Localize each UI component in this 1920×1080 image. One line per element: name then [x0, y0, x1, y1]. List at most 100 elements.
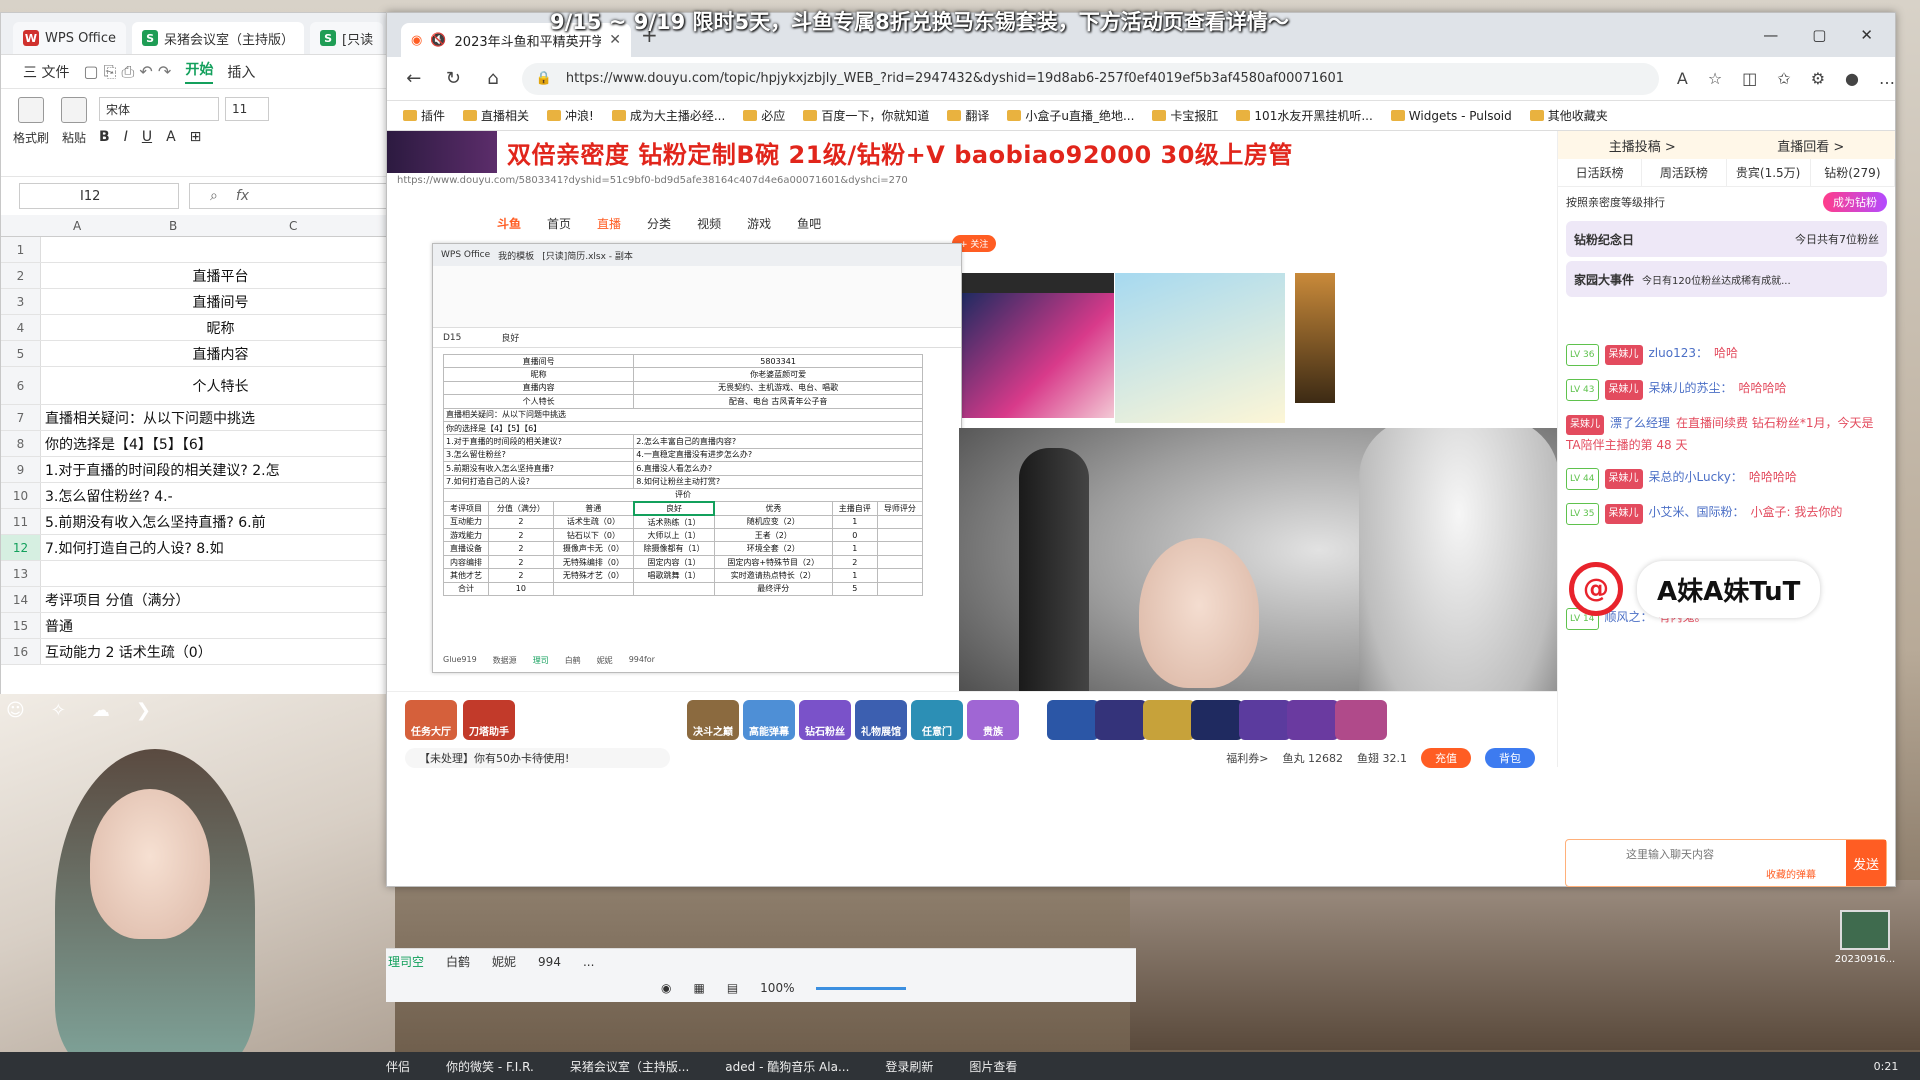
favorite-star-icon[interactable]: ☆ — [1708, 69, 1722, 88]
row-cell[interactable]: 互动能力 2 话术生疏（0） — [41, 642, 396, 662]
row-number[interactable]: 16 — [1, 639, 41, 664]
gift-portal[interactable]: 任意门 — [911, 700, 963, 740]
chat-input[interactable]: 这里输入聊天内容 — [1626, 846, 1714, 862]
gift-task-hall[interactable]: 任务大厅 — [405, 700, 457, 740]
chat-user[interactable]: zluo123： — [1649, 346, 1709, 360]
gift-item[interactable] — [1143, 700, 1195, 740]
close-window-icon[interactable]: ✕ — [1860, 26, 1873, 44]
column-header[interactable]: C — [289, 219, 297, 233]
row-cell[interactable]: 普通 — [41, 616, 396, 636]
inner-nav-item[interactable]: 首页 — [547, 215, 571, 232]
tab-vip[interactable]: 贵宾(1.5万) — [1727, 159, 1811, 186]
tab-weekly[interactable]: 周活跃榜 — [1642, 159, 1727, 186]
row-number[interactable]: 3 — [1, 289, 41, 314]
chat-message[interactable]: LV 44 呆妹儿 呆总的小Lucky： 哈哈哈哈 — [1558, 461, 1895, 496]
sheet-row[interactable]: 11 5.前期没有收入怎么坚持直播? 6.前 — [1, 509, 396, 535]
column-header[interactable]: A — [73, 219, 81, 233]
gift-item[interactable] — [1095, 700, 1147, 740]
row-number[interactable]: 6 — [1, 367, 41, 404]
row-number[interactable]: 14 — [1, 587, 41, 612]
sheet-row[interactable]: 16 互动能力 2 话术生疏（0） — [1, 639, 396, 665]
row-number[interactable]: 8 — [1, 431, 41, 456]
read-aloud-icon[interactable]: A — [1677, 69, 1688, 88]
row-number[interactable]: 9 — [1, 457, 41, 482]
row-cell[interactable]: 直播平台 — [41, 266, 396, 286]
row-cell[interactable]: 直播相关疑问：从以下问题中挑选 — [41, 408, 396, 428]
cloud-icon[interactable]: ☁ — [92, 700, 110, 721]
sheet-tab[interactable]: ... — [583, 955, 594, 969]
sheet-row[interactable]: 10 3.怎么留住粉丝? 4.- — [1, 483, 396, 509]
sheet-tab[interactable]: 994 — [538, 955, 561, 969]
wps-tab-office[interactable]: W WPS Office — [13, 22, 127, 54]
bookmark-item[interactable]: 百度一下，你就知道 — [803, 107, 929, 124]
inner-nav-item[interactable]: 视频 — [697, 215, 721, 232]
sheet-row[interactable]: 12 7.如何打造自己的人设? 8.如 — [1, 535, 396, 561]
row-number[interactable]: 15 — [1, 613, 41, 638]
inner-nav-item[interactable]: 鱼吧 — [797, 215, 821, 232]
toolbar-icons[interactable]: ▢ ⎘ ⎙ ↶ ↷ — [83, 62, 171, 82]
gift-item[interactable] — [1287, 700, 1339, 740]
row-number[interactable]: 10 — [1, 483, 41, 508]
taskbar-item[interactable]: 伴侣 — [386, 1058, 410, 1075]
wps-tab-readonly[interactable]: S [只读 — [310, 22, 384, 54]
gift-duel-peak[interactable]: 决斗之巅 — [687, 700, 739, 740]
collections-icon[interactable]: ✩ — [1777, 69, 1790, 88]
inner-nav-item[interactable]: 直播 — [597, 215, 621, 232]
menu-file[interactable]: 三 文件 — [23, 62, 69, 82]
row-number[interactable]: 7 — [1, 405, 41, 430]
taskbar-item[interactable]: aded - 酷狗音乐 Ala... — [725, 1058, 849, 1075]
chat-message[interactable]: LV 43 呆妹儿 呆妹儿的苏尘： 哈哈哈哈 — [1558, 372, 1895, 407]
magic-icon[interactable]: ✧ — [51, 700, 66, 721]
bookmark-item[interactable]: 冲浪! — [547, 107, 594, 124]
chat-message[interactable]: LV 35 呆妹儿 小艾米、国际粉： 小盒子: 我去你的 — [1558, 496, 1895, 531]
back-icon[interactable]: ← — [403, 68, 425, 89]
column-header[interactable]: B — [169, 219, 177, 233]
profile-icon[interactable]: ● — [1845, 69, 1859, 88]
become-diamond-button[interactable]: 成为钻粉 — [1823, 192, 1887, 212]
chat-message[interactable]: LV 36 呆妹儿 zluo123： 哈哈 — [1558, 337, 1895, 372]
extension-icon[interactable]: ⚙ — [1811, 69, 1825, 88]
row-number[interactable]: 1 — [1, 237, 41, 262]
chat-user[interactable]: 小艾米、国际粉： — [1649, 505, 1745, 519]
row-cell[interactable]: 5.前期没有收入怎么坚持直播? 6.前 — [41, 512, 396, 532]
row-cell[interactable]: 直播间号 — [41, 292, 396, 312]
welfare-link[interactable]: 福利券> — [1226, 750, 1268, 766]
taskbar-item[interactable]: 你的微笑 - F.I.R. — [446, 1058, 534, 1075]
gift-gallery[interactable]: 礼物展馆 — [855, 700, 907, 740]
sheet-row[interactable]: 2 直播平台 — [1, 263, 396, 289]
zoom-level[interactable]: 100% — [760, 981, 794, 995]
taskbar-item[interactable]: 登录刷新 — [885, 1058, 933, 1075]
view-icon[interactable]: ◉ — [661, 981, 671, 995]
user-icon[interactable]: ☺ — [6, 700, 25, 721]
sheet-row[interactable]: 4 昵称 — [1, 315, 396, 341]
gift-noble[interactable]: 贵族 — [967, 700, 1019, 740]
font-family-select[interactable]: 宋体 — [99, 97, 220, 121]
sheet-tab[interactable]: 白鹤 — [446, 953, 470, 970]
notice-text[interactable]: 【未处理】你有50办卡待使用! — [405, 748, 670, 768]
row-number[interactable]: 4 — [1, 315, 41, 340]
chat-user[interactable]: 呆总的小Lucky： — [1649, 470, 1743, 484]
gift-danmu[interactable]: 高能弹幕 — [743, 700, 795, 740]
chat-user[interactable]: 漂了么经理 — [1610, 416, 1670, 430]
row-cell[interactable]: 直播内容 — [41, 344, 396, 364]
gift-dota-helper[interactable]: 刀塔助手 — [463, 700, 515, 740]
bookmark-item[interactable]: 101水友开黑挂机听... — [1236, 107, 1373, 124]
bookmark-item[interactable]: 必应 — [743, 107, 785, 124]
gift-diamond-fan[interactable]: 钻石粉丝 — [799, 700, 851, 740]
bookmark-item[interactable]: 翻译 — [947, 107, 989, 124]
name-box[interactable]: I12 — [19, 183, 179, 209]
row-cell[interactable]: 1.对于直播的时间段的相关建议? 2.怎 — [41, 460, 396, 480]
row-cell[interactable]: 你的选择是【4】【5】【6】 — [41, 434, 396, 454]
sheet-row[interactable]: 13 — [1, 561, 396, 587]
gift-item[interactable] — [1335, 700, 1387, 740]
inner-nav-item[interactable]: 游戏 — [747, 215, 771, 232]
sheet-row[interactable]: 14 考评项目 分值（满分） — [1, 587, 396, 613]
next-icon[interactable]: ❯ — [136, 700, 151, 721]
page-icon[interactable]: ▤ — [727, 981, 738, 995]
row-number[interactable]: 2 — [1, 263, 41, 288]
bookmark-item[interactable]: 直播相关 — [463, 107, 529, 124]
zoom-slider[interactable] — [816, 986, 907, 990]
replay-link[interactable]: 直播回看 > — [1777, 136, 1844, 155]
menu-insert[interactable]: 插入 — [227, 62, 255, 82]
font-size-select[interactable]: 11 — [225, 97, 270, 121]
